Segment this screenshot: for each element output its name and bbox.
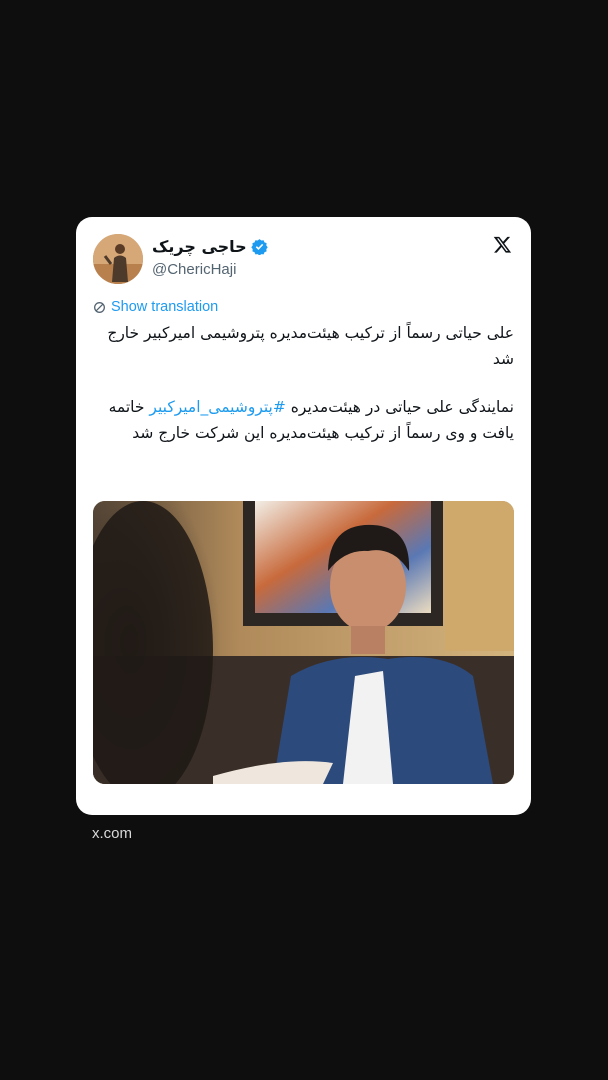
author-name[interactable]: حاجی چریک (152, 237, 247, 256)
verified-badge-icon (250, 238, 268, 255)
tweet-paragraph-2: نمایندگی علی حیاتی در هیئت‌مدیره #پتروشی… (93, 394, 514, 446)
translate-icon (93, 301, 106, 314)
tweet-paragraph-2-start: نمایندگی علی حیاتی در هیئت‌مدیره (285, 398, 514, 416)
tweet-body: علی حیاتی رسماً از ترکیب هیئت‌مدیره پترو… (93, 320, 514, 446)
show-translation-link[interactable]: Show translation (93, 299, 218, 315)
tweet-photo[interactable] (93, 501, 514, 784)
hashtag-link[interactable]: #پتروشیمی_امیرکبیر (149, 398, 285, 416)
author-handle[interactable]: @ChericHaji (152, 261, 236, 278)
show-translation-label[interactable]: Show translation (111, 299, 218, 315)
source-domain: x.com (92, 825, 133, 842)
author-avatar[interactable] (93, 234, 143, 284)
tweet-paragraph-1: علی حیاتی رسماً از ترکیب هیئت‌مدیره پترو… (107, 324, 514, 368)
author-name-row: حاجی چریک (152, 237, 268, 256)
tweet-card[interactable]: حاجی چریک @ChericHaji Show translation ع… (76, 217, 531, 815)
x-logo-icon[interactable] (493, 235, 512, 254)
